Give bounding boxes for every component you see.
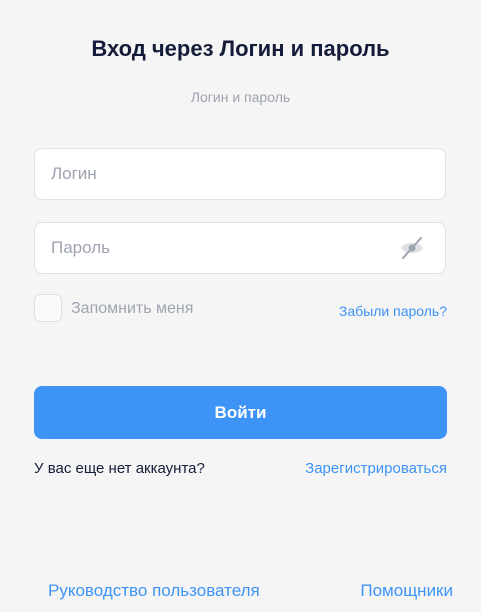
no-account-text: У вас еще нет аккаунта? <box>34 460 205 477</box>
forgot-password-link[interactable]: Забыли пароль? <box>339 302 447 320</box>
eye-crossed-icon[interactable] <box>399 236 425 260</box>
remember-me-checkbox[interactable] <box>34 294 62 322</box>
password-input[interactable] <box>35 223 391 273</box>
helpers-link[interactable]: Помощники <box>360 580 453 602</box>
user-guide-link[interactable]: Руководство пользователя <box>48 580 260 602</box>
page-title: Вход через Логин и пароль <box>91 36 390 61</box>
login-input[interactable] <box>35 149 391 199</box>
password-field <box>34 222 446 274</box>
login-button[interactable]: Войти <box>34 386 447 439</box>
remember-me-label: Запомнить меня <box>71 300 194 317</box>
login-field <box>34 148 446 200</box>
register-link[interactable]: Зарегистрироваться <box>305 459 447 478</box>
page-subtitle: Логин и пароль <box>190 89 291 105</box>
